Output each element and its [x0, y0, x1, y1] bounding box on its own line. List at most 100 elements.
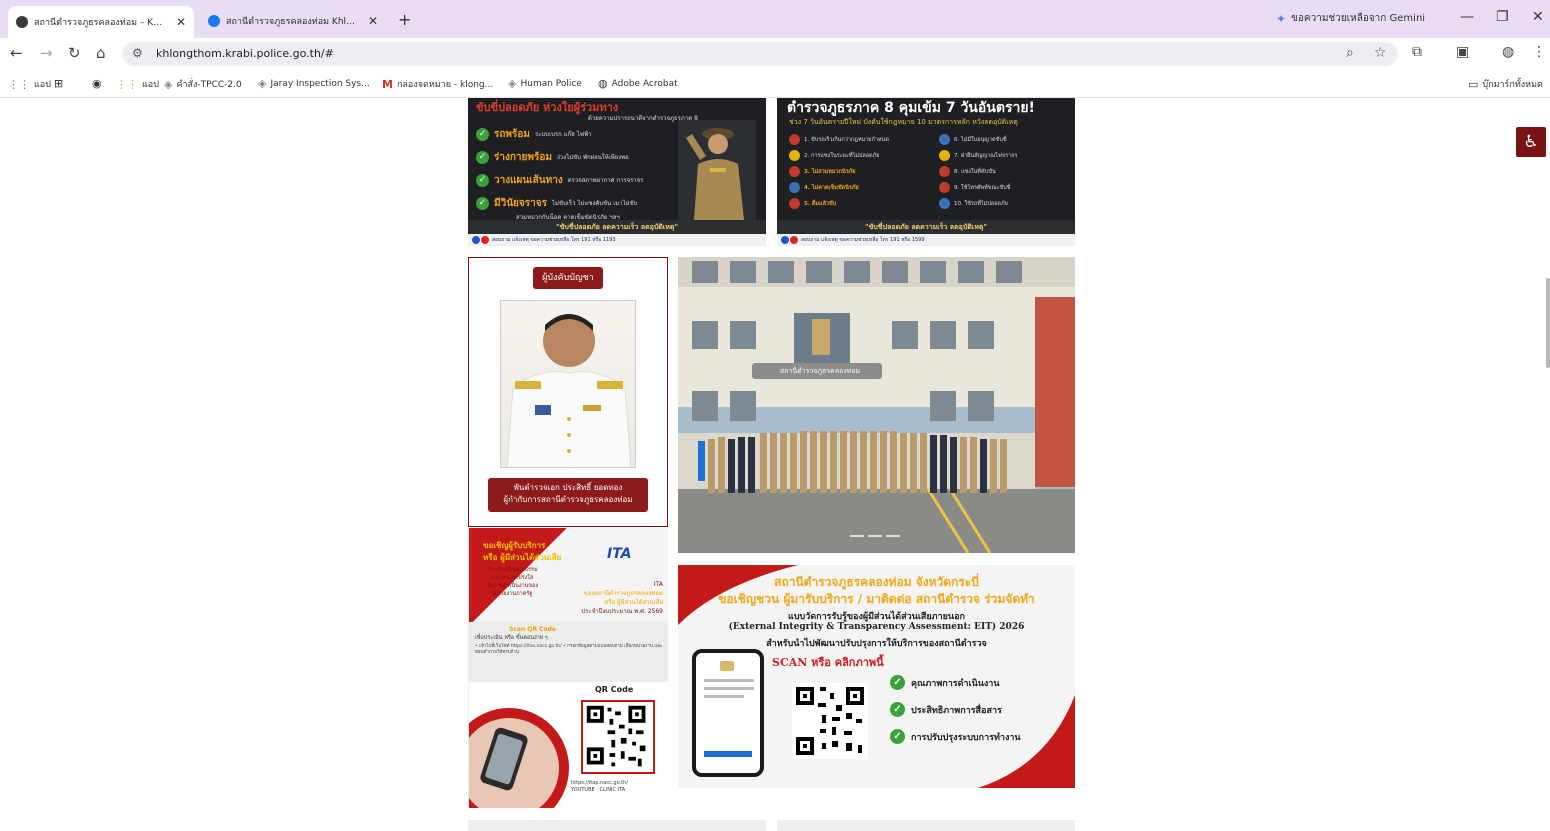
checklist-item: ✓ รถพร้อม ระบบเบรก แก๊ส ไฟฟ้า — [476, 126, 643, 142]
new-tab-icon[interactable]: + — [398, 10, 411, 29]
check-icon: ✓ — [890, 702, 905, 717]
scrollbar-thumb[interactable] — [1546, 278, 1550, 368]
close-window-icon[interactable]: ✕ — [1532, 9, 1544, 25]
forward-icon[interactable]: → — [40, 44, 53, 62]
ita-line: หรือ ผู้มีส่วนได้ส่วนเสีย — [604, 599, 663, 606]
ita-logo: ITA — [607, 546, 632, 562]
url-text[interactable]: khlongthom.krabi.police.go.th/# — [156, 47, 334, 60]
zoom-icon[interactable]: ⌕ — [1346, 45, 1354, 61]
carousel-dot[interactable] — [850, 535, 864, 537]
commander-card[interactable]: ผู้บังคับบัญชา พันตำรวจเอก ประสิทธิ์ ยอด… — [468, 257, 668, 527]
bookmark-adobe[interactable]: ◍ Adobe Acrobat — [598, 77, 678, 90]
menu-icon[interactable]: ⋮ — [1532, 44, 1546, 60]
ita-poster[interactable]: ขอเชิญผู้รับบริการ หรือ ผู้มีส่วนได้ส่วน… — [468, 528, 668, 808]
scan-steps: • เข้าไปที่เว็บไซต์ https://itas.nacc.go… — [475, 644, 663, 655]
banner-slogan: "ขับขี่ปลอดภัย ลดความเร็ว ลดอุบัติเหตุ" — [468, 220, 766, 234]
tab-facebook[interactable]: สถานีตำรวจภูธรคลองท่อม Khlongt ✕ — [200, 8, 386, 34]
tab-title: สถานีตำรวจภูธรคลองท่อม – Khlong — [34, 18, 166, 28]
back-icon[interactable]: ← — [10, 44, 23, 62]
carousel-dots[interactable] — [850, 535, 900, 537]
badge-icon: ◈ — [508, 77, 517, 90]
commander-name: พันตำรวจเอก ประสิทธิ์ ยอดทอง — [513, 483, 623, 492]
dangerous-days-banner[interactable]: ตำรวจภูธรภาค 8 คุมเข้ม 7 วันอันตราย! ช่ว… — [777, 98, 1075, 246]
tab-khlongthom[interactable]: สถานีตำรวจภูธรคลองท่อม – Khlong ✕ — [8, 6, 195, 38]
bookmark-tpcc[interactable]: ◈ คำสั่ง-TPCC-2.0 — [164, 77, 242, 91]
address-bar[interactable]: ⚙ khlongthom.krabi.police.go.th/# ⌕ ☆ — [122, 42, 1398, 66]
rule-text: 9. ใช้โทรศัพท์ขณะขับขี่ — [954, 184, 1011, 191]
rule-text: 1. ขับรถเร็วเกินกว่ากฎหมายกำหนด — [804, 136, 889, 143]
banner-footer: สอบถาม แจ้งเหตุ ขอความช่วยเหลือ โทร 191 … — [468, 234, 766, 246]
photo-carousel[interactable]: สถานีตำรวจภูธรคลองท่อม — [678, 257, 1075, 553]
scan-subtitle: เพื่อประเมิน หรือ ขั้นตอนง่าย ๆ — [475, 635, 548, 641]
rule-icon — [939, 134, 950, 145]
gemini-button[interactable]: ✦ ขอความช่วยเหลือจาก Gemini — [1276, 11, 1425, 26]
gemini-label: ขอความช่วยเหลือจาก Gemini — [1291, 13, 1426, 24]
checklist: ✓ รถพร้อม ระบบเบรก แก๊ส ไฟฟ้า ✓ ร่างกายพร้อ… — [476, 126, 643, 228]
chrome-icon[interactable]: ◉ — [92, 77, 102, 90]
profile-icon[interactable]: ◍ — [1502, 44, 1514, 60]
eit-poster[interactable]: สถานีตำรวจภูธรคลองท่อม จังหวัดกระบี่ ขอเ… — [678, 565, 1075, 788]
minimize-icon[interactable]: — — [1460, 9, 1474, 25]
restore-icon[interactable]: ❐ — [1496, 9, 1509, 25]
all-bookmarks[interactable]: ▭ บุ๊กมาร์กทั้งหมด — [1468, 77, 1543, 91]
rule-item: 7. ฝ่าฝืนสัญญาณไฟจราจร — [939, 150, 1017, 161]
carousel-dot[interactable] — [886, 535, 900, 537]
bookmark-human-police[interactable]: ◈ Human Police — [508, 77, 582, 90]
site-info-icon[interactable]: ⚙ — [132, 46, 143, 60]
youtube-icon — [481, 235, 489, 244]
grid-icon[interactable]: ⊞ — [54, 77, 63, 90]
ita-left-text: ร่วมประเมินคุณธรรม และความโปร่งใส ในการด… — [487, 566, 538, 598]
banner-title: ตำรวจภูธรภาค 8 คุมเข้ม 7 วันอันตราย! — [787, 100, 1035, 116]
extensions-icon[interactable]: ⧉ — [1412, 44, 1422, 60]
close-tab-icon[interactable]: ✕ — [176, 15, 186, 29]
eit-line: สำหรับนำไปพัฒนาปรับปรุงการให้บริการของสถ… — [766, 639, 987, 649]
bookmark-jaray[interactable]: ◈ Jaray Inspection Sys... — [258, 77, 370, 90]
facebook-icon — [208, 15, 220, 27]
eit-qr-code[interactable] — [792, 683, 868, 759]
next-banner-stub — [777, 820, 1075, 831]
close-tab-icon[interactable]: ✕ — [368, 14, 378, 28]
badge-icon: ◈ — [258, 77, 267, 90]
bookmark-label: กล่องจดหมาย - klong... — [396, 80, 494, 90]
ita-url[interactable]: https://itap.nacc.go.th/ — [571, 780, 628, 787]
tab-search-icon[interactable]: ▣ — [1456, 44, 1469, 60]
rule-icon — [939, 198, 950, 209]
star-icon[interactable]: ☆ — [1374, 45, 1387, 61]
criteria-item: ✓ การปรับปรุงระบบการทำงาน — [890, 729, 1021, 744]
rule-item: 1. ขับรถเร็วเกินกว่ากฎหมายกำหนด — [789, 134, 889, 145]
bookmark-gmail[interactable]: M กล่องจดหมาย - klong... — [382, 77, 493, 91]
rule-item: 9. ใช้โทรศัพท์ขณะขับขี่ — [939, 182, 1011, 193]
ita-youtube[interactable]: YOUTUBE : CLINIC ITA — [571, 787, 628, 794]
ita-invite: ขอเชิญผู้รับบริการ หรือ ผู้มีส่วนได้ส่วน… — [483, 540, 561, 564]
bookmark-apps[interactable]: ⋮⋮ แอป — [8, 77, 51, 91]
criteria-label: คุณภาพการดำเนินงาน — [911, 678, 1000, 689]
item-desc: ระบบเบรก แก๊ส ไฟฟ้า — [535, 131, 592, 138]
rule-item: 3. ไม่สวมหมวกนิรภัย — [789, 166, 856, 177]
home-icon[interactable]: ⌂ — [96, 44, 106, 62]
safe-driving-banner[interactable]: ขับขี่ปลอดภัย ห่วงใยผู้ร่วมทาง ด้วยความป… — [468, 98, 766, 246]
rule-text: 8. แซงในที่คับขัน — [954, 168, 996, 175]
rule-text: 2. การแซงในระยะที่ไม่ปลอดภัย — [804, 152, 880, 159]
footer-text: สอบถาม แจ้งเหตุ ขอความช่วยเหลือ โทร 191 … — [801, 237, 925, 243]
ita-qr-code[interactable] — [581, 700, 655, 774]
bookmark-label: Jaray Inspection Sys... — [270, 78, 370, 89]
accessibility-icon[interactable]: ♿ — [1516, 127, 1546, 157]
ita-line: ประจำปีงบประมาณ พ.ศ. 2569 — [581, 608, 664, 615]
eit-scan-label[interactable]: SCAN หรือ คลิกภาพนี้ — [772, 653, 884, 671]
rule-item: 5. ดื่มแล้วขับ — [789, 198, 836, 209]
rule-icon — [789, 182, 800, 193]
ita-line: ในการดำเนินงานของ — [487, 583, 539, 589]
bookmark-apps-2[interactable]: ⋮⋮ แอป — [116, 77, 159, 91]
ita-line: ITA — [653, 581, 663, 588]
reload-icon[interactable]: ↻ — [68, 44, 81, 62]
rule-text: 6. ไม่มีใบอนุญาตขับขี่ — [954, 136, 1007, 143]
folder-icon: ▭ — [1468, 77, 1479, 91]
scan-title: Scan QR Code — [509, 626, 556, 633]
item-desc: ไม่ขับเร็ว ไม่แซงคับขัน เมาไม่ขับ — [551, 200, 638, 207]
ita-links[interactable]: https://itap.nacc.go.th/ YOUTUBE : CLINI… — [571, 780, 628, 794]
carousel-dot[interactable] — [868, 535, 882, 537]
station-group-photo — [678, 257, 1075, 553]
rule-text: 4. ไม่คาดเข็มขัดนิรภัย — [804, 184, 859, 191]
item-desc: ตรวจสภาพอากาศ การจราจร — [567, 177, 644, 184]
ita-instructions: Scan QR Code เพื่อประเมิน หรือ ขั้นตอนง่… — [469, 622, 668, 682]
